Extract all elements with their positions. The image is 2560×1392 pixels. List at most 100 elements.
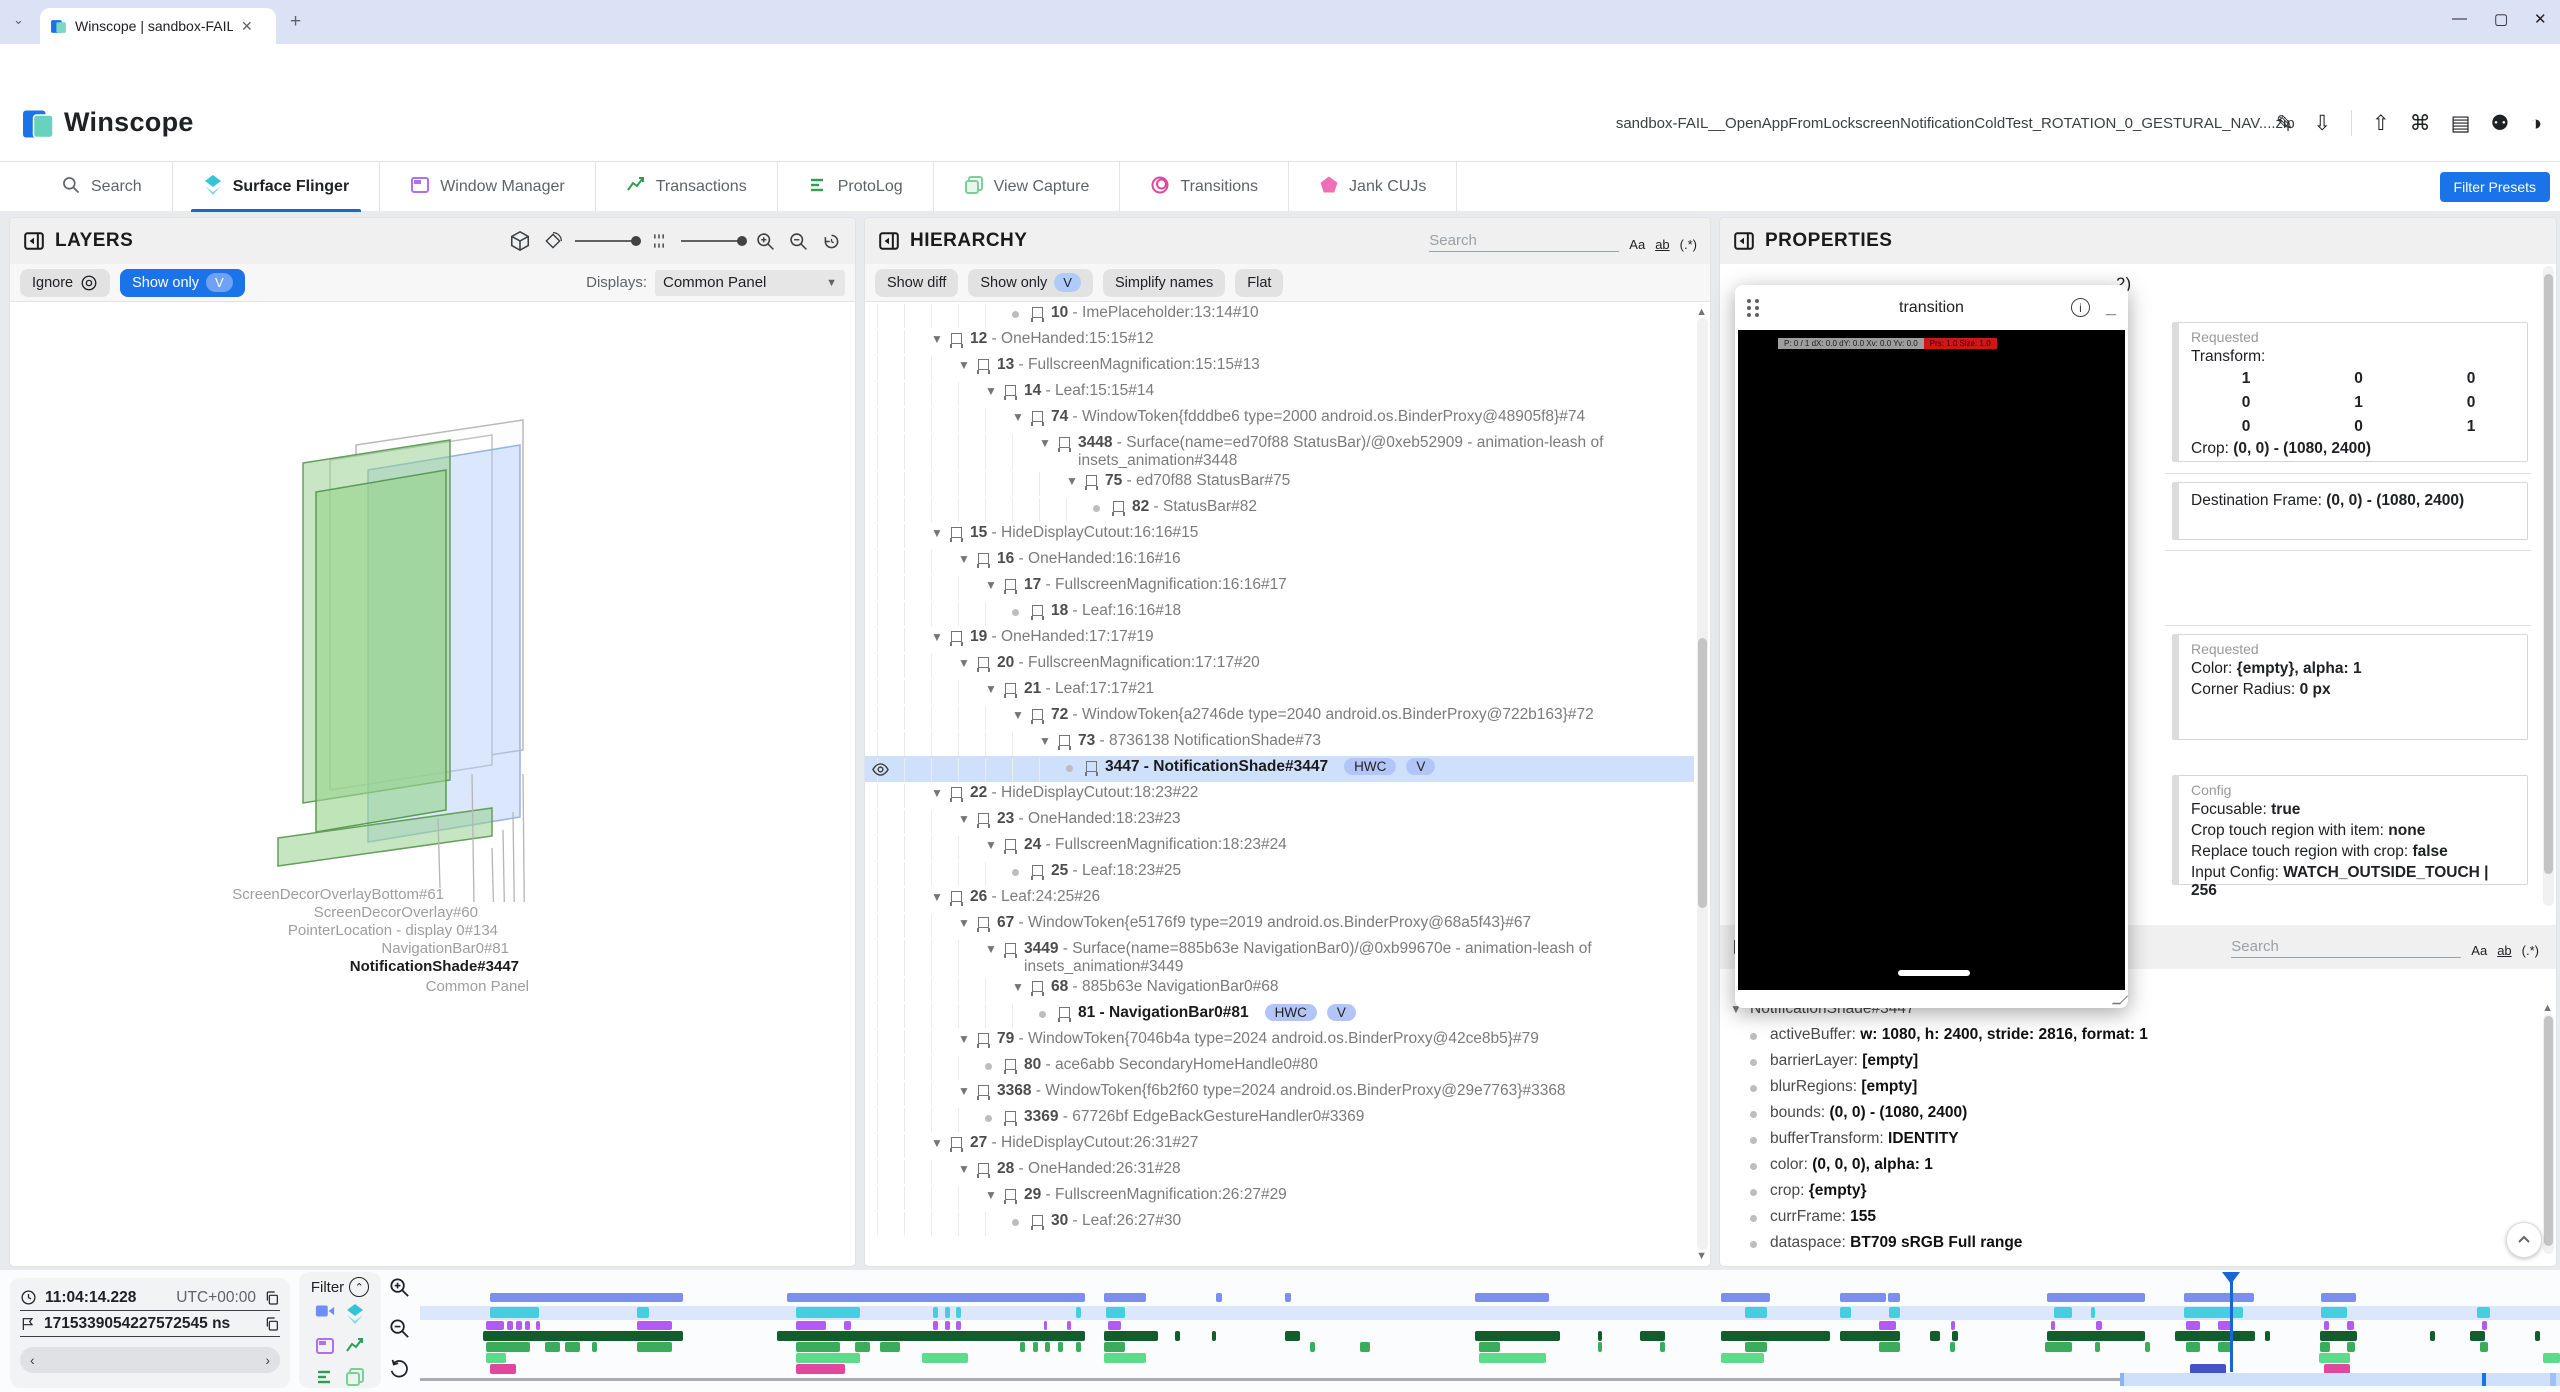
- expand-arrow-icon[interactable]: ▼: [958, 1082, 978, 1098]
- trace-segment-protolog[interactable]: [1104, 1342, 1125, 1352]
- trace-segment-surface-flinger[interactable]: [1889, 1307, 1900, 1318]
- tab-view-capture[interactable]: View Capture: [934, 162, 1121, 212]
- trace-segment-transactions[interactable]: [2430, 1331, 2435, 1341]
- copy-icon[interactable]: [264, 1290, 280, 1306]
- match-case-toggle[interactable]: Aa: [1629, 237, 1645, 252]
- show-only-chip-layers[interactable]: Show only V: [120, 269, 245, 297]
- trace-segment-transactions[interactable]: [1640, 1331, 1665, 1341]
- shortcuts-icon[interactable]: ⌘: [2410, 113, 2431, 134]
- expand-arrow-icon[interactable]: ▼: [1039, 732, 1059, 748]
- trace-segment-window-manager[interactable]: [2096, 1321, 2102, 1330]
- resize-handle[interactable]: [2112, 996, 2129, 1004]
- trace-segment-transactions[interactable]: [483, 1331, 683, 1341]
- expand-arrow-icon[interactable]: ▼: [1012, 408, 1032, 424]
- timeline-tracks-canvas[interactable]: [420, 1270, 2560, 1392]
- proto-row[interactable]: currFrame: 155: [1720, 1206, 2540, 1232]
- expand-arrow-icon[interactable]: ▼: [958, 1030, 978, 1046]
- trace-segment-transactions[interactable]: [1840, 1331, 1900, 1341]
- displays-dropdown[interactable]: Common Panel▼: [655, 270, 845, 296]
- tree-row[interactable]: ▼28 - OneHanded:26:31#28: [865, 1158, 1694, 1184]
- minimize-icon[interactable]: _: [2106, 297, 2116, 318]
- timeline-reset-zoom-icon[interactable]: [388, 1358, 410, 1380]
- trace-segment-transactions[interactable]: [2470, 1331, 2485, 1341]
- trace-segment-window-manager[interactable]: [956, 1321, 961, 1330]
- rotation-icon[interactable]: [543, 231, 563, 251]
- proto-row[interactable]: color: (0, 0, 0), alpha: 1: [1720, 1154, 2540, 1180]
- timeline-cursor[interactable]: [2230, 1272, 2233, 1372]
- ignore-chip[interactable]: Ignore: [20, 269, 110, 297]
- tree-row[interactable]: ▼15 - HideDisplayCutout:16:16#15: [865, 522, 1694, 548]
- layer-label[interactable]: NavigationBar0#81: [381, 940, 509, 957]
- layer-label[interactable]: PointerLocation - display 0#134: [288, 922, 498, 939]
- trace-segment-protolog[interactable]: [2347, 1342, 2355, 1352]
- tree-row[interactable]: ▼29 - FullscreenMagnification:26:27#29: [865, 1184, 1694, 1210]
- trace-segment-window-manager[interactable]: [1951, 1321, 1955, 1330]
- trace-segment-window-manager[interactable]: [2324, 1321, 2329, 1330]
- trace-segment-surface-flinger[interactable]: [1840, 1307, 1851, 1318]
- layer-label[interactable]: ScreenDecorOverlay#60: [314, 904, 478, 921]
- tab-window-manager[interactable]: Window Manager: [380, 162, 596, 212]
- timeline-zoom-in-icon[interactable]: [388, 1276, 411, 1299]
- match-word-toggle[interactable]: ab: [1655, 237, 1669, 252]
- tree-row[interactable]: ▼17 - FullscreenMagnification:16:16#17: [865, 574, 1694, 600]
- tree-row[interactable]: ▼75 - ed70f88 StatusBar#75: [865, 470, 1694, 496]
- timeline-pager[interactable]: ‹ ›: [20, 1347, 280, 1373]
- visibility-eye-icon[interactable]: [871, 760, 890, 784]
- copy-icon[interactable]: [264, 1316, 280, 1332]
- tree-row[interactable]: ▼68 - 885b63e NavigationBar0#68: [865, 976, 1694, 1002]
- trace-segment-screen-recording[interactable]: [1475, 1293, 1549, 1302]
- protolog-icon[interactable]: [315, 1367, 335, 1392]
- tree-row[interactable]: 81 - NavigationBar0#81HWCV: [865, 1002, 1694, 1028]
- layer-label[interactable]: ScreenDecorOverlayBottom#61: [232, 886, 444, 903]
- filter-presets-button[interactable]: Filter Presets: [2440, 172, 2550, 202]
- trace-segment-transactions[interactable]: [1475, 1331, 1560, 1341]
- expand-arrow-icon[interactable]: ▼: [985, 576, 1005, 592]
- tab-close-icon[interactable]: ✕: [241, 19, 253, 33]
- trace-segment-surface-flinger[interactable]: [2054, 1307, 2072, 1318]
- trace-segment-screen-recording[interactable]: [2184, 1293, 2254, 1302]
- page-next-icon[interactable]: ›: [265, 1352, 270, 1368]
- trace-segment-transactions[interactable]: [1285, 1331, 1300, 1341]
- properties-scrollbar[interactable]: [2543, 266, 2554, 906]
- trace-segment-view-capture[interactable]: [1104, 1353, 1146, 1363]
- trace-segment-protolog[interactable]: [1076, 1342, 1081, 1352]
- screen-recording-icon[interactable]: [315, 1303, 335, 1330]
- expand-arrow-icon[interactable]: ▼: [931, 784, 951, 800]
- trace-segment-window-manager[interactable]: [637, 1321, 672, 1330]
- browser-tab[interactable]: Winscope | sandbox-FAIL ✕: [40, 8, 276, 44]
- trace-segment-window-manager[interactable]: [1879, 1321, 1896, 1330]
- trace-segment-protolog[interactable]: [1479, 1342, 1500, 1352]
- tree-row[interactable]: 25 - Leaf:18:23#25: [865, 860, 1694, 886]
- 3d-view-icon[interactable]: [509, 230, 531, 252]
- tab-search[interactable]: Search: [30, 162, 173, 212]
- scroll-up-icon[interactable]: ▲: [1696, 306, 1707, 318]
- trace-segment-surface-flinger[interactable]: [933, 1307, 938, 1318]
- expand-arrow-icon[interactable]: ▼: [985, 382, 1005, 398]
- expand-arrow-icon[interactable]: ▼: [985, 1186, 1005, 1202]
- popup-header[interactable]: transition i _: [1735, 285, 2128, 330]
- proto-row[interactable]: bounds: (0, 0) - (1080, 2400): [1720, 1102, 2540, 1128]
- trace-segment-window-manager[interactable]: [507, 1321, 513, 1330]
- proto-row[interactable]: dataspace: BT709 sRGB Full range: [1720, 1232, 2540, 1258]
- tree-row[interactable]: ▼72 - WindowToken{a2746de type=2040 andr…: [865, 704, 1694, 730]
- expand-arrow-icon[interactable]: ▼: [1012, 978, 1032, 994]
- window-maximize-icon[interactable]: ▢: [2494, 10, 2508, 28]
- trace-segment-screen-recording[interactable]: [1285, 1293, 1291, 1302]
- expand-arrow-icon[interactable]: ▼: [958, 654, 978, 670]
- trace-segment-transitions[interactable]: [796, 1364, 845, 1374]
- tree-row[interactable]: ▼74 - WindowToken{fdddbe6 type=2000 andr…: [865, 406, 1694, 432]
- info-icon[interactable]: i: [2071, 298, 2090, 317]
- upload-icon[interactable]: ⇧: [2372, 113, 2390, 134]
- expand-arrow-icon[interactable]: ▼: [931, 628, 951, 644]
- trace-segment-surface-flinger[interactable]: [637, 1307, 649, 1318]
- collapse-panel-icon[interactable]: [878, 230, 900, 252]
- trace-segment-transactions[interactable]: [2047, 1331, 2145, 1341]
- trace-segment-screen-recording[interactable]: [1216, 1293, 1222, 1302]
- trace-segment-surface-flinger[interactable]: [1106, 1307, 1125, 1318]
- proto-search-input[interactable]: [2231, 936, 2461, 958]
- trace-segment-protolog[interactable]: [2480, 1342, 2488, 1352]
- trace-segment-window-manager[interactable]: [2186, 1321, 2200, 1330]
- tree-row[interactable]: ▼24 - FullscreenMagnification:18:23#24: [865, 834, 1694, 860]
- nano-timestamp[interactable]: 1715339054227572545 ns: [44, 1315, 230, 1333]
- window-minimize-icon[interactable]: —: [2452, 10, 2467, 27]
